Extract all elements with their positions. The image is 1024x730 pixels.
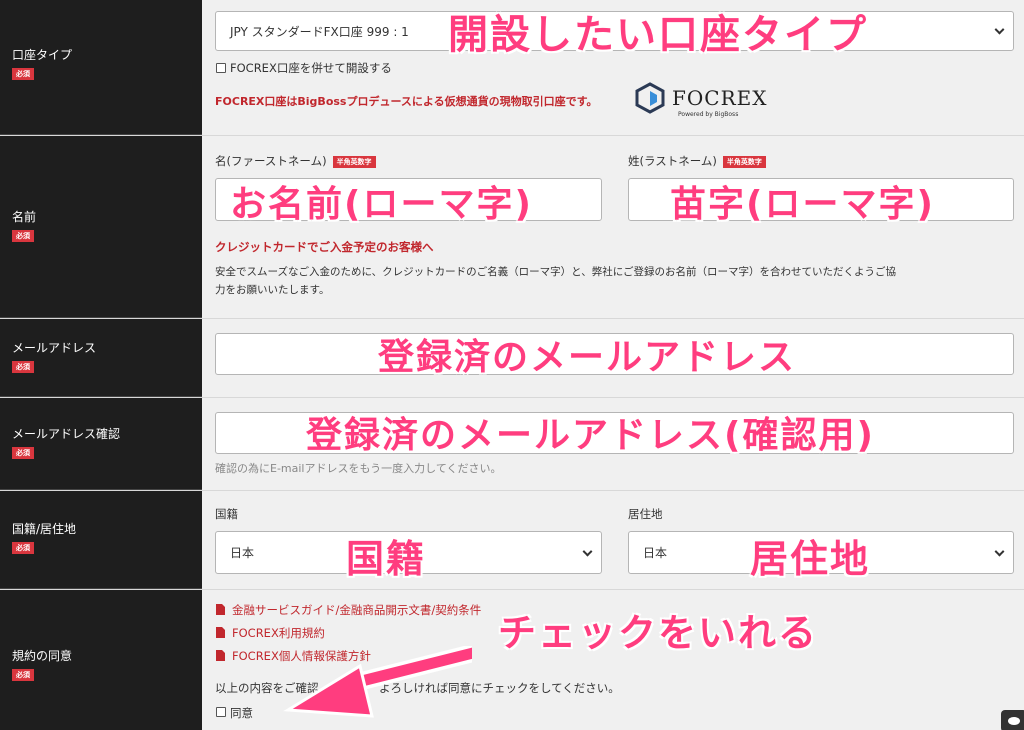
arrow-icon: [283, 646, 472, 718]
card-note-line2: 力をお願いいたします。: [215, 284, 330, 296]
email-confirm-hint: 確認の為にE-mailアドレスをもう一度入力してください。: [215, 462, 502, 475]
terms-label-cell: 規約の同意 必須: [0, 590, 202, 730]
nationality-label: 国籍: [215, 507, 238, 521]
account-type-value: JPY スタンダードFX口座 999 : 1: [230, 24, 409, 39]
account-type-row: 口座タイプ 必須 JPY スタンダードFX口座 999 : 1 FOCREX口座…: [0, 0, 1024, 136]
residence-overlay: 居住地: [750, 537, 871, 581]
terms-link-service-guide[interactable]: 金融サービスガイド/金融商品開示文書/契約条件: [232, 602, 481, 618]
focrex-logo: FOCREX Powered by BigBoss: [634, 80, 774, 124]
focrex-checkbox[interactable]: [216, 63, 226, 73]
name-field-cell: 名(ファーストネーム) 半角英数字 姓(ラストネーム) 半角英数字 お名前(ローマ字…: [202, 136, 1024, 318]
residence-label: 居住地: [628, 507, 663, 521]
nationality-residence-label: 国籍/居住地: [12, 522, 77, 536]
terms-link-focrex-terms[interactable]: FOCREX利用規約: [232, 625, 325, 641]
first-name-overlay: お名前(ローマ字): [230, 184, 533, 225]
focrex-logo-text: FOCREX: [672, 86, 768, 110]
email-label: メールアドレス: [12, 341, 97, 355]
terms-label: 規約の同意: [12, 649, 73, 663]
card-note-line1: 安全でスムーズなご入金のために、クレジットカードのご名義（ローマ字）と、弊社にご…: [215, 266, 897, 278]
focrex-checkbox-label: FOCREX口座を併せて開設する: [230, 61, 392, 75]
last-name-overlay: 苗字(ローマ字): [670, 184, 935, 225]
email-confirm-field-cell: 登録済のメールアドレス(確認用) 確認の為にE-mailアドレスをもう一度入力し…: [202, 398, 1024, 490]
email-overlay: 登録済のメールアドレス: [378, 337, 797, 378]
name-label-cell: 名前 必須: [0, 136, 202, 318]
email-confirm-label-cell: メールアドレス確認 必須: [0, 398, 202, 490]
focrex-note: FOCREX口座はBigBossプロデュースによる仮想通貨の現物取引口座です。: [215, 95, 598, 108]
focrex-logo-icon: [635, 82, 665, 114]
pdf-icon: [216, 650, 225, 661]
nationality-label-cell: 国籍/居住地 必須: [0, 491, 202, 589]
email-row: メールアドレス 必須 登録済のメールアドレス: [0, 319, 1024, 398]
nationality-row: 国籍/居住地 必須 国籍 居住地 日本 日本 国籍 居住地: [0, 491, 1024, 590]
required-badge: 必須: [12, 447, 34, 459]
first-name-label: 名(ファーストネーム) 半角英数字: [215, 153, 376, 169]
required-badge: 必須: [12, 542, 34, 554]
chevron-down-icon: [994, 24, 1005, 35]
email-field-cell: 登録済のメールアドレス: [202, 319, 1024, 397]
required-badge: 必須: [12, 68, 34, 80]
residence-value: 日本: [643, 546, 668, 560]
required-badge: 必須: [12, 230, 34, 242]
chevron-down-icon: [582, 546, 593, 557]
agree-checkbox[interactable]: [216, 707, 226, 717]
nationality-value: 日本: [230, 546, 255, 560]
focrex-logo-sub: Powered by BigBoss: [678, 111, 739, 118]
required-badge: 必須: [12, 669, 34, 681]
terms-row: 規約の同意 必須 金融サービスガイド/金融商品開示文書/契約条件 FOCREX利…: [0, 590, 1024, 730]
name-label: 名前: [12, 210, 37, 224]
pdf-icon: [216, 627, 225, 638]
card-note-title: クレジットカードでご入金予定のお客様へ: [215, 240, 434, 254]
nationality-overlay: 国籍: [346, 537, 427, 581]
account-type-label-cell: 口座タイプ 必須: [0, 0, 202, 135]
account-type-field-cell: JPY スタンダードFX口座 999 : 1 FOCREX口座を併せて開設する …: [202, 0, 1024, 135]
last-name-label: 姓(ラストネーム) 半角英数字: [628, 153, 766, 169]
chevron-down-icon: [994, 546, 1005, 557]
nationality-field-cell: 国籍 居住地 日本 日本 国籍 居住地: [202, 491, 1024, 589]
email-confirm-row: メールアドレス確認 必須 登録済のメールアドレス(確認用) 確認の為にE-mai…: [0, 398, 1024, 491]
chat-icon: [1008, 717, 1020, 725]
name-row: 名前 必須 名(ファーストネーム) 半角英数字 姓(ラストネーム) 半角英数字 お名…: [0, 136, 1024, 319]
required-badge: 必須: [12, 361, 34, 373]
pdf-icon: [216, 604, 225, 615]
account-type-overlay: 開設したい口座タイプ: [448, 12, 868, 58]
account-type-label: 口座タイプ: [12, 48, 73, 62]
terms-overlay: チェックをいれる: [498, 611, 819, 655]
email-confirm-label: メールアドレス確認: [12, 427, 121, 441]
email-confirm-overlay: 登録済のメールアドレス(確認用): [306, 415, 875, 456]
email-label-cell: メールアドレス 必須: [0, 319, 202, 397]
terms-field-cell: 金融サービスガイド/金融商品開示文書/契約条件 FOCREX利用規約 FOCRE…: [202, 590, 1024, 730]
chat-button[interactable]: [1001, 710, 1024, 730]
